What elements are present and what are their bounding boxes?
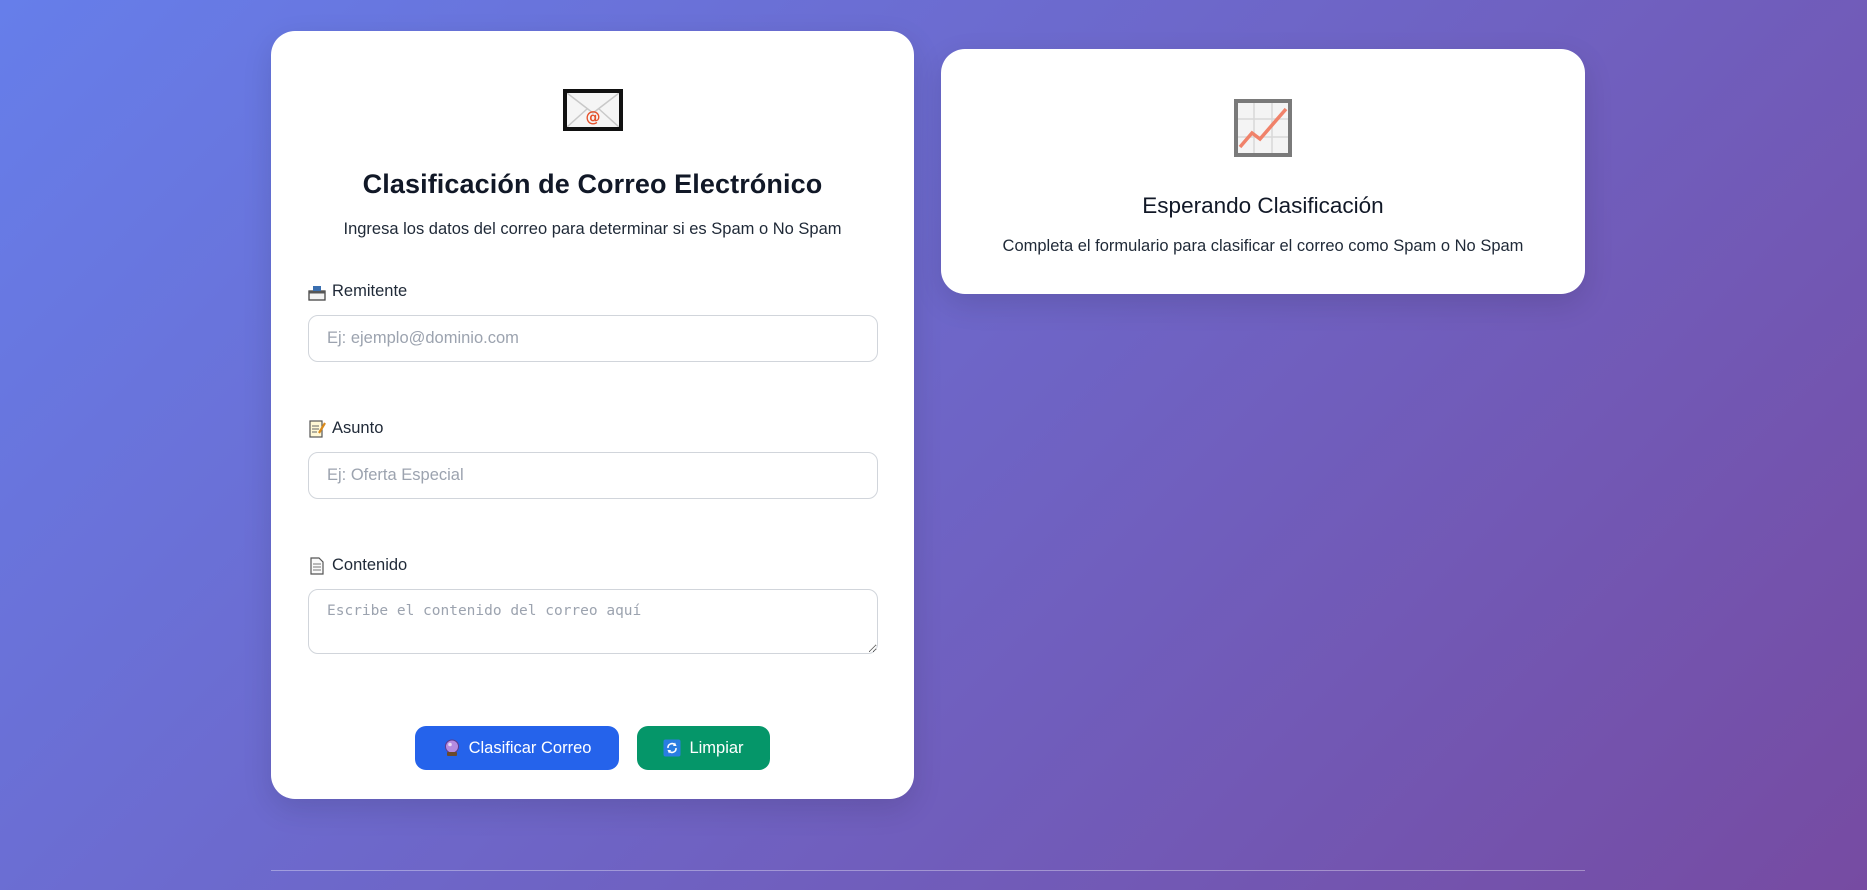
contenido-textarea[interactable] <box>308 589 878 654</box>
crystal-ball-icon <box>443 739 461 757</box>
classify-button-label: Clasificar Correo <box>468 738 592 757</box>
form-subtitle: Ingresa los datos del correo para determ… <box>343 220 842 238</box>
form-actions: Clasificar Correo Limpiar <box>308 726 877 770</box>
outbox-tray-icon <box>308 283 326 301</box>
asunto-input[interactable] <box>308 452 878 499</box>
email-form-card: @ Clasificación de Correo Electrónico In… <box>271 31 914 799</box>
footer-divider <box>271 870 1585 871</box>
result-description: Completa el formulario para clasificar e… <box>1002 237 1524 255</box>
chart-icon-container <box>941 49 1585 162</box>
contenido-label-text: Contenido <box>332 556 408 574</box>
envelope-icon: @ <box>562 89 623 131</box>
result-title: Esperando Clasificación <box>1142 193 1384 218</box>
clear-button[interactable]: Limpiar <box>637 726 770 770</box>
memo-icon <box>308 419 326 438</box>
asunto-label: Asunto <box>308 419 877 438</box>
result-card: Esperando Clasificación Completa el form… <box>941 49 1585 294</box>
clear-button-label: Limpiar <box>689 738 744 757</box>
envelope-icon-container: @ <box>308 31 877 131</box>
page-icon <box>308 556 326 575</box>
remitente-label-text: Remitente <box>332 282 408 300</box>
asunto-label-text: Asunto <box>332 419 384 437</box>
asunto-field-group: Asunto <box>308 419 878 499</box>
classify-button[interactable]: Clasificar Correo <box>415 726 619 770</box>
remitente-input[interactable] <box>308 315 878 362</box>
contenido-label: Contenido <box>308 556 877 575</box>
refresh-icon <box>663 739 681 757</box>
page-title: Clasificación de Correo Electrónico <box>362 169 823 199</box>
remitente-label: Remitente <box>308 282 877 301</box>
contenido-field-group: Contenido <box>308 556 878 654</box>
main-layout: @ Clasificación de Correo Electrónico In… <box>271 31 1585 799</box>
chart-increasing-icon <box>1234 99 1292 162</box>
remitente-field-group: Remitente <box>308 282 878 362</box>
svg-text:@: @ <box>585 108 600 126</box>
